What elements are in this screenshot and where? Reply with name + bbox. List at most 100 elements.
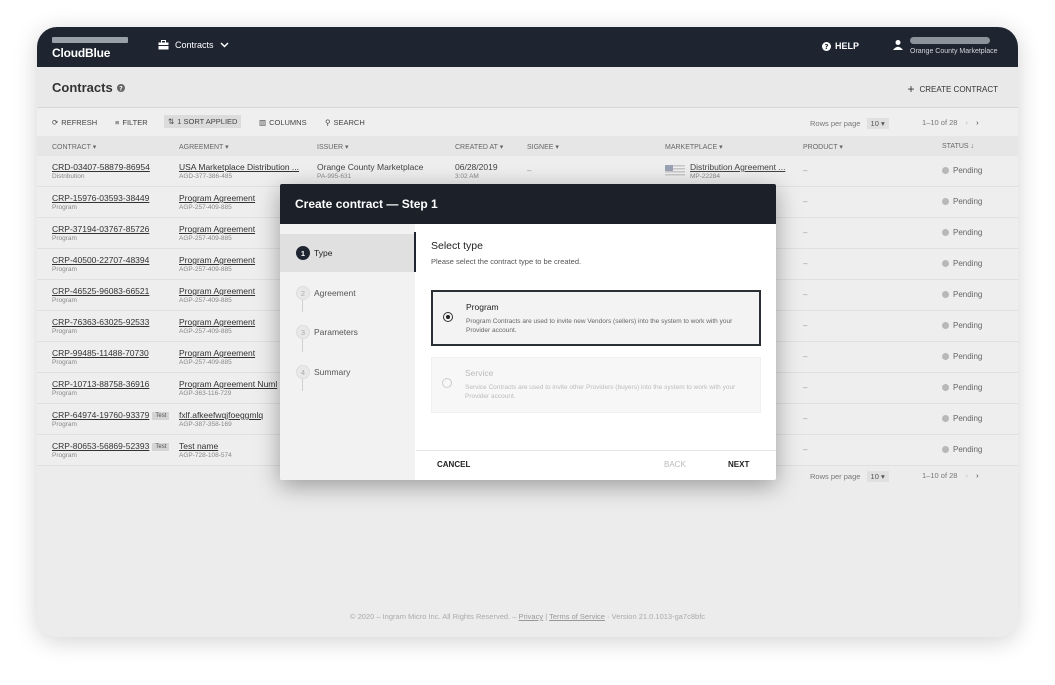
footer-version: · Version 21.0.1013-ga7c8bfc <box>607 612 706 621</box>
search-button[interactable]: ⚲ SEARCH <box>325 118 365 127</box>
filter-button[interactable]: ≡ FILTER <box>115 118 148 127</box>
agreement-name[interactable]: USA Marketplace Distribution ... <box>179 162 307 172</box>
product: – <box>803 414 808 423</box>
columns-label: COLUMNS <box>269 118 307 127</box>
refresh-label: REFRESH <box>61 118 98 127</box>
step-number: 2 <box>296 286 310 300</box>
radio-unselected-icon[interactable] <box>442 378 452 388</box>
refresh-button[interactable]: ⟳ REFRESH <box>52 118 97 127</box>
module-label: Contracts <box>175 40 214 50</box>
status-dot-icon <box>942 291 949 298</box>
step-type[interactable]: 1 Type <box>280 234 415 272</box>
terms-link[interactable]: Terms of Service <box>549 612 605 621</box>
create-contract-button[interactable]: + CREATE CONTRACT <box>907 82 998 96</box>
column-header-label: AGREEMENT <box>179 144 224 151</box>
option-program[interactable]: Program Program Contracts are used to in… <box>431 290 761 346</box>
help-label: HELP <box>835 41 860 51</box>
user-icon[interactable] <box>892 39 904 51</box>
rows-per-page-label: Rows per page <box>810 472 861 481</box>
step-label: Type <box>314 248 333 258</box>
status-label: Pending <box>953 383 983 392</box>
column-header-signee[interactable]: SIGNEE ▾ <box>527 143 559 151</box>
status-badge: Pending <box>942 290 982 299</box>
pagination: 1–10 of 28 ‹ › <box>922 118 979 127</box>
svg-text:?: ? <box>119 85 123 92</box>
contract-id[interactable]: CRP-76363-63025-92533 <box>52 317 149 327</box>
column-header-agreement[interactable]: AGREEMENT ▾ <box>179 143 229 151</box>
test-tag: Test <box>152 442 170 451</box>
option-title: Service <box>465 368 494 378</box>
account-user-redacted <box>910 37 990 44</box>
rows-per-page-select[interactable]: 10 ▾ <box>866 118 889 129</box>
back-button[interactable]: BACK <box>664 460 686 469</box>
product: – <box>803 259 808 268</box>
prev-page-icon[interactable]: ‹ <box>966 471 969 480</box>
sort-button[interactable]: ⇅ 1 SORT APPLIED <box>164 115 242 128</box>
column-header-created-at[interactable]: CREATED AT ▾ <box>455 143 503 151</box>
rows-per-page: Rows per page 10 ▾ <box>810 118 889 129</box>
status-label: Pending <box>953 352 983 361</box>
product: – <box>803 197 808 206</box>
rows-per-page-bottom: Rows per page 10 ▾ <box>810 471 889 482</box>
column-header-status[interactable]: STATUS ↓ <box>942 143 974 150</box>
module-switcher[interactable]: Contracts <box>158 40 229 50</box>
step-parameters[interactable]: 3 Parameters <box>280 313 415 351</box>
create-contract-dialog: Create contract — Step 1 1 Type 2 Agreem… <box>280 184 776 480</box>
contract-id[interactable]: CRP-15976-03593-38449 <box>52 193 149 203</box>
column-header-product[interactable]: PRODUCT ▾ <box>803 143 843 151</box>
status-badge: Pending <box>942 414 982 423</box>
contract-id[interactable]: CRP-10713-88758-36916 <box>52 379 149 389</box>
signee: – <box>527 166 532 175</box>
agreement-id: AGP-257-409-885 <box>179 297 232 304</box>
status-dot-icon <box>942 167 949 174</box>
status-label: Pending <box>953 166 983 175</box>
contract-id[interactable]: CRP-64974-19760-93379 Test <box>52 410 170 420</box>
chevron-down-icon <box>219 42 229 48</box>
option-service[interactable]: Service Service Contracts are used to in… <box>431 357 761 413</box>
columns-button[interactable]: ▥ COLUMNS <box>259 118 307 127</box>
column-header-marketplace[interactable]: MARKETPLACE ▾ <box>665 143 723 151</box>
contract-type: Program <box>52 452 77 459</box>
top-bar: CloudBlue Contracts ? HELP Orange County… <box>37 27 1018 67</box>
issuer-name: Orange County Marketplace <box>317 162 424 172</box>
contract-id[interactable]: CRP-40500-22707-48394 <box>52 255 149 265</box>
step-label: Summary <box>314 367 351 377</box>
contract-type: Program <box>52 204 77 211</box>
prev-page-icon[interactable]: ‹ <box>966 118 969 127</box>
next-page-icon[interactable]: › <box>976 471 979 480</box>
next-page-icon[interactable]: › <box>976 118 979 127</box>
column-header-label: ISSUER <box>317 144 344 151</box>
step-summary[interactable]: 4 Summary <box>280 353 415 391</box>
option-description: Service Contracts are used to invite oth… <box>465 384 736 400</box>
account-name[interactable]: Orange County Marketplace <box>910 48 998 55</box>
next-button[interactable]: NEXT <box>728 460 749 469</box>
table-row[interactable]: CRD-03407-58879-86954 Distribution USA M… <box>37 156 1018 187</box>
column-header-issuer[interactable]: ISSUER ▾ <box>317 143 349 151</box>
status-badge: Pending <box>942 445 982 454</box>
cancel-button[interactable]: CANCEL <box>437 460 470 469</box>
contract-id[interactable]: CRP-37194-03767-85726 <box>52 224 149 234</box>
marketplace-name[interactable]: Distribution Agreement ... <box>690 162 790 172</box>
privacy-link[interactable]: Privacy <box>519 612 544 621</box>
radio-selected-icon[interactable] <box>443 312 453 322</box>
logo[interactable]: CloudBlue <box>52 46 110 60</box>
info-icon[interactable]: ? <box>116 83 125 92</box>
contract-id-text: CRP-80653-56869-52393 <box>52 441 150 451</box>
select-type-subtitle: Please select the contract type to be cr… <box>431 257 582 266</box>
contract-id[interactable]: CRP-80653-56869-52393 Test <box>52 441 170 451</box>
sort-label: 1 SORT APPLIED <box>177 117 238 126</box>
contract-type: Program <box>52 359 77 366</box>
agreement-id: AGP-387-358-169 <box>179 421 232 428</box>
rows-per-page-select[interactable]: 10 ▾ <box>866 471 889 482</box>
contract-id[interactable]: CRD-03407-58879-86954 <box>52 162 150 172</box>
product: – <box>803 445 808 454</box>
help-button[interactable]: ? HELP <box>822 41 859 51</box>
column-header-contract[interactable]: CONTRACT ▾ <box>52 143 96 151</box>
dialog-header: Create contract — Step 1 <box>280 184 776 224</box>
refresh-icon: ⟳ <box>52 118 59 127</box>
contract-type: Program <box>52 297 77 304</box>
status-label: Pending <box>953 290 983 299</box>
step-agreement[interactable]: 2 Agreement <box>280 274 415 312</box>
contract-id[interactable]: CRP-99485-11488-70730 <box>52 348 149 358</box>
contract-id[interactable]: CRP-46525-96083-66521 <box>52 286 149 296</box>
